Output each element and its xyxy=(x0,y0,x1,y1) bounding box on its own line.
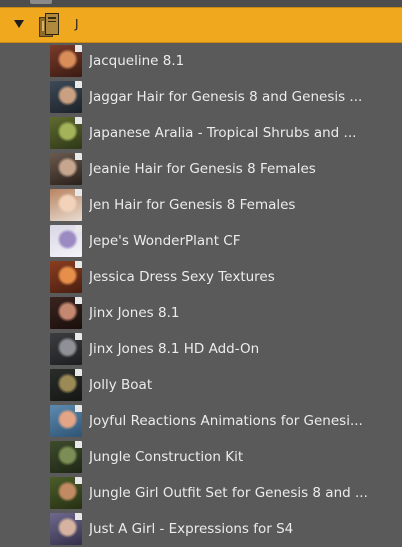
list-item-label: Jessica Dress Sexy Textures xyxy=(89,269,275,285)
list-item-label: Jolly Boat xyxy=(89,377,153,393)
thumbnail-corner-marker xyxy=(75,297,82,304)
thumbnail-corner-marker xyxy=(75,405,82,412)
list-item[interactable]: Jungle Girl Outfit Set for Genesis 8 and… xyxy=(0,475,402,511)
partial-row-above xyxy=(30,0,52,4)
list-item-label: Jinx Jones 8.1 HD Add-On xyxy=(89,341,260,357)
product-thumbnail xyxy=(50,405,82,437)
folder-label: J xyxy=(75,17,79,31)
product-thumbnail xyxy=(50,441,82,473)
thumbnail-corner-marker xyxy=(75,117,82,124)
thumbnail-corner-marker xyxy=(75,225,82,232)
content-list: Jacqueline 8.1 Jaggar Hair for Genesis 8 … xyxy=(0,43,402,547)
list-item[interactable]: Jungle Construction Kit xyxy=(0,439,402,475)
list-item[interactable]: Jolly Boat xyxy=(0,367,402,403)
list-item-label: Japanese Aralia - Tropical Shrubs and ..… xyxy=(89,125,357,141)
product-thumbnail xyxy=(50,297,82,329)
list-item[interactable]: Jeanie Hair for Genesis 8 Females xyxy=(0,151,402,187)
thumbnail-corner-marker xyxy=(75,369,82,376)
product-thumbnail xyxy=(50,369,82,401)
list-item[interactable]: Jinx Jones 8.1 xyxy=(0,295,402,331)
product-thumbnail xyxy=(50,117,82,149)
list-item[interactable]: Japanese Aralia - Tropical Shrubs and ..… xyxy=(0,115,402,151)
thumbnail-corner-marker xyxy=(75,189,82,196)
list-item-label: Jen Hair for Genesis 8 Females xyxy=(89,197,296,213)
list-item[interactable]: Jessica Dress Sexy Textures xyxy=(0,259,402,295)
product-thumbnail xyxy=(50,333,82,365)
thumbnail-corner-marker xyxy=(75,441,82,448)
list-item[interactable]: Jinx Jones 8.1 HD Add-On xyxy=(0,331,402,367)
product-thumbnail xyxy=(50,189,82,221)
list-item[interactable]: Just A Girl - Expressions for S4 xyxy=(0,511,402,547)
list-item-label: Joyful Reactions Animations for Genesi..… xyxy=(89,413,363,429)
product-thumbnail xyxy=(50,513,82,545)
list-item-label: Jeanie Hair for Genesis 8 Females xyxy=(89,161,316,177)
list-item[interactable]: Joyful Reactions Animations for Genesi..… xyxy=(0,403,402,439)
list-item-label: Jepe's WonderPlant CF xyxy=(89,233,241,249)
expand-arrow-icon[interactable] xyxy=(14,20,24,28)
product-thumbnail xyxy=(50,153,82,185)
list-item-label: Jinx Jones 8.1 xyxy=(89,305,180,321)
product-thumbnail xyxy=(50,45,82,77)
list-item-label: Jaggar Hair for Genesis 8 and Genesis ..… xyxy=(89,89,363,105)
folder-row-j[interactable]: J xyxy=(0,7,402,43)
thumbnail-corner-marker xyxy=(75,261,82,268)
thumbnail-corner-marker xyxy=(75,477,82,484)
product-thumbnail xyxy=(50,225,82,257)
top-edge xyxy=(0,0,402,7)
book-folder-icon xyxy=(39,13,59,37)
thumbnail-corner-marker xyxy=(75,81,82,88)
thumbnail-corner-marker xyxy=(75,333,82,340)
list-item[interactable]: Jepe's WonderPlant CF xyxy=(0,223,402,259)
list-item-label: Jungle Construction Kit xyxy=(89,449,244,465)
list-item[interactable]: Jacqueline 8.1 xyxy=(0,43,402,79)
list-item-label: Jungle Girl Outfit Set for Genesis 8 and… xyxy=(89,485,368,501)
list-item[interactable]: Jen Hair for Genesis 8 Females xyxy=(0,187,402,223)
thumbnail-corner-marker xyxy=(75,153,82,160)
thumbnail-corner-marker xyxy=(75,45,82,52)
product-thumbnail xyxy=(50,81,82,113)
list-item-label: Just A Girl - Expressions for S4 xyxy=(89,521,294,537)
product-thumbnail xyxy=(50,477,82,509)
list-item[interactable]: Jaggar Hair for Genesis 8 and Genesis ..… xyxy=(0,79,402,115)
product-thumbnail xyxy=(50,261,82,293)
thumbnail-corner-marker xyxy=(75,513,82,520)
list-item-label: Jacqueline 8.1 xyxy=(89,53,185,69)
